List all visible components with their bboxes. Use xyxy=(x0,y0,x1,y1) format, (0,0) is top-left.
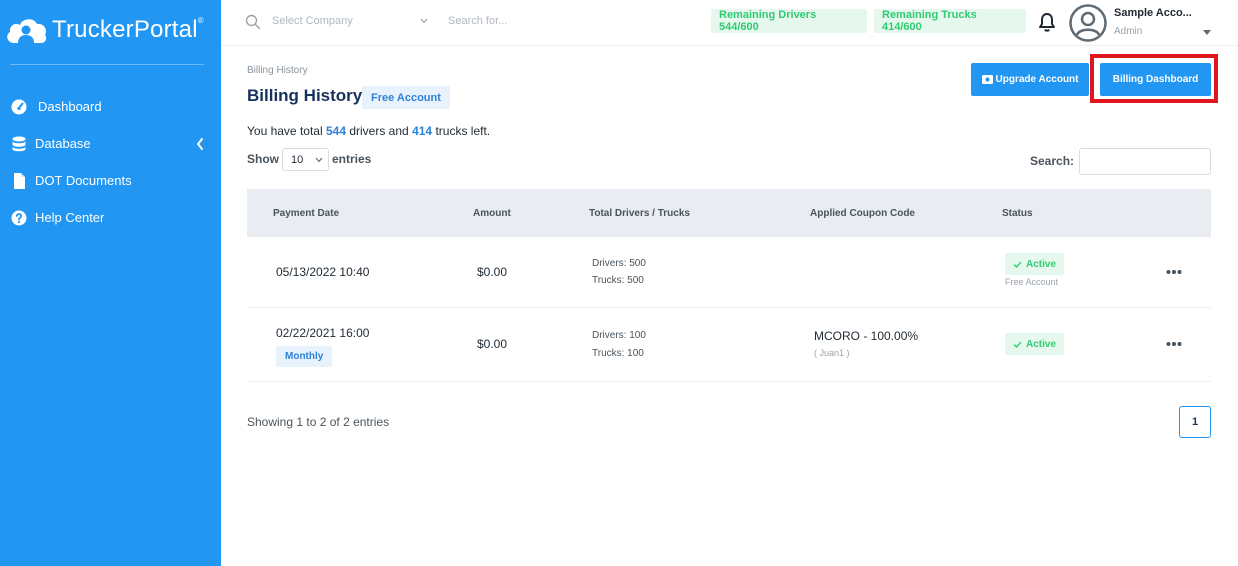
pagination-info: Showing 1 to 2 of 2 entries xyxy=(247,415,390,429)
column-amount[interactable]: Amount xyxy=(473,208,511,219)
drivers-count: Drivers: 100 xyxy=(592,330,646,341)
question-circle-icon xyxy=(10,209,27,226)
column-payment-date[interactable]: Payment Date xyxy=(273,208,339,219)
sidebar-divider xyxy=(10,64,204,65)
sidebar-item-label: Database xyxy=(35,136,91,151)
check-icon xyxy=(1013,341,1022,348)
sidebar-item-help-center[interactable]: Help Center xyxy=(0,199,221,236)
column-status[interactable]: Status xyxy=(1002,208,1033,219)
chevron-down-icon xyxy=(315,157,323,163)
amount: $0.00 xyxy=(477,265,508,279)
billing-dashboard-button[interactable]: Billing Dashboard xyxy=(1100,63,1211,96)
company-select[interactable]: Select Company xyxy=(272,15,437,27)
table-header: Payment Date Amount Total Drivers / Truc… xyxy=(247,189,1211,237)
search-icon xyxy=(245,14,261,30)
gauge-icon xyxy=(10,98,27,115)
caret-down-icon[interactable] xyxy=(1203,30,1211,36)
user-role: Admin xyxy=(1114,26,1143,37)
page-title: Billing History xyxy=(247,86,363,105)
sidebar: TruckerPortal® Dashboard Database DOT Do… xyxy=(0,0,221,566)
trucks-count: Trucks: 100 xyxy=(592,348,644,359)
sidebar-nav: Dashboard Database DOT Documents Help Ce… xyxy=(0,88,221,236)
entries-per-page-select[interactable]: 10 xyxy=(282,148,329,171)
payment-date: 02/22/2021 16:00 xyxy=(276,326,370,340)
trucks-count: Trucks: 500 xyxy=(592,275,644,286)
status-badge: Active xyxy=(1005,333,1065,355)
database-icon xyxy=(10,135,27,152)
sidebar-item-database[interactable]: Database xyxy=(0,125,221,162)
chevron-down-icon[interactable] xyxy=(419,17,429,25)
chevron-left-icon[interactable] xyxy=(195,137,205,151)
document-icon xyxy=(10,172,27,189)
sidebar-item-label: Dashboard xyxy=(38,99,102,114)
more-options-icon[interactable] xyxy=(1166,269,1182,275)
remaining-drivers-count: 544 xyxy=(325,124,346,138)
sidebar-item-dot-documents[interactable]: DOT Documents xyxy=(0,162,221,199)
payment-date: 05/13/2022 10:40 xyxy=(276,265,370,279)
more-options-icon[interactable] xyxy=(1166,341,1182,347)
table-row: 05/13/2022 10:40 $0.00 Drivers: 500 Truc… xyxy=(247,237,1211,308)
sidebar-item-label: Help Center xyxy=(35,210,105,225)
account-type-badge: Free Account xyxy=(362,86,450,109)
sidebar-item-dashboard[interactable]: Dashboard xyxy=(0,88,221,125)
status-note: Free Account xyxy=(1005,277,1059,287)
drivers-count: Drivers: 500 xyxy=(592,258,646,269)
table-search-input[interactable] xyxy=(1079,148,1211,175)
usage-summary: You have total 544 drivers and 414 truck… xyxy=(247,124,491,138)
table-search-label: Search: xyxy=(1030,154,1075,168)
show-label: Show xyxy=(247,152,279,166)
upgrade-account-label: Upgrade Account xyxy=(995,74,1079,85)
cloud-logo-icon xyxy=(7,19,47,43)
upgrade-account-button[interactable]: Upgrade Account xyxy=(971,63,1089,96)
remaining-drivers-badge: Remaining Drivers 544/600 xyxy=(711,9,867,33)
user-name[interactable]: Sample Acco... xyxy=(1114,7,1192,19)
brand-logo[interactable]: TruckerPortal® xyxy=(4,12,204,48)
ticket-icon xyxy=(981,75,993,84)
bell-icon[interactable] xyxy=(1037,12,1057,32)
column-drivers-trucks[interactable]: Total Drivers / Trucks xyxy=(589,208,690,219)
pagination-page-1[interactable]: 1 xyxy=(1179,406,1211,438)
global-search-input[interactable] xyxy=(448,15,648,27)
check-icon xyxy=(1013,261,1022,268)
plan-badge: Monthly xyxy=(276,346,333,367)
coupon-user: ( Juan1 ) xyxy=(814,348,850,358)
table-row: 02/22/2021 16:00 Monthly $0.00 Drivers: … xyxy=(247,308,1211,382)
amount: $0.00 xyxy=(477,337,508,351)
remaining-trucks-badge: Remaining Trucks 414/600 xyxy=(874,9,1026,33)
avatar[interactable] xyxy=(1069,4,1107,42)
sidebar-item-label: DOT Documents xyxy=(35,173,132,188)
remaining-trucks-count: 414 xyxy=(412,124,433,138)
entries-label: entries xyxy=(332,152,372,166)
status-badge: Active xyxy=(1005,253,1065,275)
brand-name: TruckerPortal® xyxy=(52,16,204,43)
topbar: Select Company Remaining Drivers 544/600… xyxy=(221,0,1238,46)
coupon-code: MCORO - 100.00% xyxy=(814,329,919,343)
breadcrumb[interactable]: Billing History xyxy=(247,65,308,76)
column-coupon-code[interactable]: Applied Coupon Code xyxy=(810,208,915,219)
